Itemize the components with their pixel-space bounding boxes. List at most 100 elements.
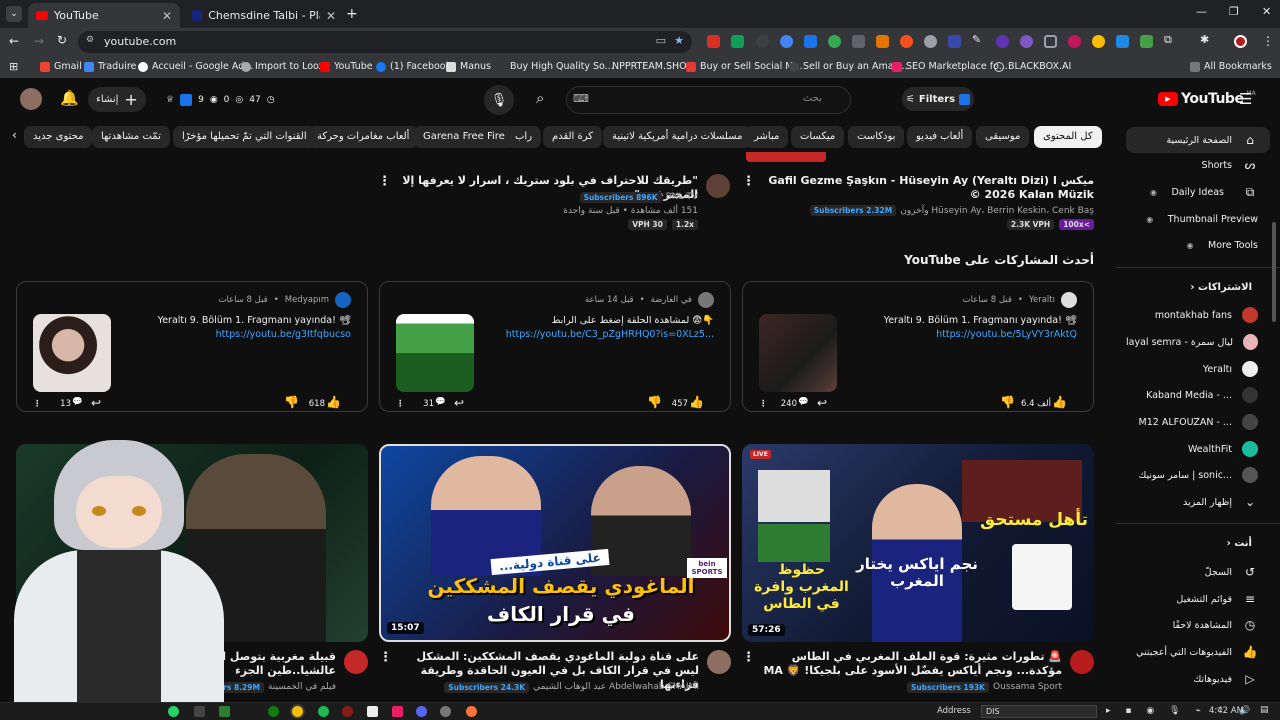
file-icon[interactable] [367,706,378,717]
chip-mixes[interactable]: ميكسات [791,126,845,148]
post-link[interactable]: https://youtu.be/5LyVY3rAktQ [837,329,1077,340]
extension-icon[interactable] [828,35,841,48]
sidebar-item-thumbnail-preview[interactable]: ◉ Thumbnail Preview [1126,206,1270,232]
new-tab-button[interactable]: + [346,6,358,22]
dislike-icon[interactable]: 👎 [1000,395,1015,409]
dislike-icon[interactable]: 👎 [284,395,299,409]
more-options-icon[interactable]: ⋮ [759,399,768,409]
bookmark-gmail[interactable]: Gmail [40,61,82,72]
extension-icon[interactable] [1020,35,1033,48]
channel-avatar[interactable] [335,292,351,308]
video-card-top-2[interactable]: "طريقك للاحتراف في بلود ستريك ، اسرار لا… [378,152,730,232]
bookmark-buy-sell-social[interactable]: Buy or Sell Social M... [686,61,803,72]
video-thumbnail[interactable]: LIVE تأهل مستحق نجم اياكس يختار المغرب ح… [742,444,1094,642]
spotify-icon[interactable] [318,706,329,717]
sidebar-item-watch-later[interactable]: المشاهدة لاحقًا ◷ [1126,612,1270,638]
search-input[interactable]: بحث ⌨ [566,86,851,114]
apps-grid-icon[interactable]: ⊞ [9,60,18,73]
post-card[interactable]: في العارضة • قبل 14 ساعة لمشاهدة الحلقة إض… [379,281,731,412]
sidebar-item-playlists[interactable]: قوائم التشغيل ≡ [1126,586,1270,612]
close-window-icon[interactable]: ✕ [1262,5,1271,18]
extension-icon[interactable] [852,35,865,48]
bookmark-youtube[interactable]: YouTube [320,61,373,72]
comment-icon[interactable]: 💬 [798,397,809,407]
dislike-icon[interactable]: 👎 [647,395,662,409]
bookmark-seo-marketplace[interactable]: SEO Marketplace fo... [892,61,1008,72]
more-options-icon[interactable]: ⋮ [742,174,755,189]
stats-widget[interactable]: ♕ 9 ◉ 0 ◎ 47 ◷ [166,90,275,110]
chip-video-games[interactable]: ألعاب فيديو [907,126,973,148]
chip-watched[interactable]: تمّت مشاهدتها [92,126,170,148]
app-icon[interactable] [392,706,403,717]
notifications-icon[interactable]: ▤ [1260,705,1269,715]
address-toolbar-input[interactable]: DIS [981,705,1097,718]
share-icon[interactable]: ↩ [454,396,464,410]
profile-avatar[interactable] [1234,35,1247,48]
more-options-icon[interactable]: ⋮ [396,399,405,409]
post-card[interactable]: Medyapım • قبل 8 ساعات Yeraltı 9. Bölüm 1.… [16,281,368,412]
bookmark-buy-high-quality[interactable]: Buy High Quality So... [496,61,614,72]
voice-search-button[interactable]: 🎙 [484,85,514,115]
close-tab-icon[interactable]: ✕ [162,9,172,23]
tab-youtube[interactable]: YouTube ✕ [28,3,180,28]
sidebar-sub-item[interactable]: montakhab fans [1126,302,1270,328]
share-icon[interactable]: ↩ [817,396,827,410]
post-card[interactable]: Yeraltı • قبل 8 ساعات Yeraltı 9. Bölüm 1. … [742,281,1094,412]
chip-recently-uploaded[interactable]: القنوات التي تمّ تحميلها مؤخرًا [173,126,316,148]
sidebar-sub-item[interactable]: WealthFit [1126,436,1270,462]
extension-icon[interactable] [1116,35,1129,48]
sidebar-item-daily-ideas[interactable]: ◉ Daily Ideas ⧉ [1126,179,1270,205]
bookmark-loox[interactable]: Import to Loox [241,61,324,72]
post-link[interactable]: https://youtu.be/C3_pZgHRHQ0?is=0XLz5... [474,329,714,340]
chips-scroll-left-icon[interactable]: ‹ [12,128,17,142]
comment-icon[interactable]: 💬 [72,397,83,407]
extension-icon[interactable] [804,35,817,48]
chip-new-content[interactable]: محتوى جديد [24,126,93,148]
chip-free-fire[interactable]: Garena Free Fire [414,126,514,148]
extension-icon[interactable] [900,35,913,48]
extension-icon[interactable] [1092,35,1105,48]
sidebar-sub-item[interactable]: layal semra - ليال سمرة [1126,329,1270,355]
sidebar-item-your-videos[interactable]: فيديوهاتك ▷ [1126,666,1270,692]
menu-kebab-icon[interactable]: ⋮ [1262,34,1274,48]
app-icon[interactable] [342,706,353,717]
chip-action-adventure[interactable]: ألعاب مغامرات وحركة [308,126,419,148]
sidebar-sub-item[interactable]: سامر سونيك | sonic... [1126,462,1270,488]
minimize-icon[interactable]: — [1196,5,1207,18]
all-bookmarks[interactable]: All Bookmarks [1190,61,1272,72]
comment-icon[interactable]: 💬 [435,397,446,407]
keyboard-icon[interactable]: ⌨ [573,92,589,105]
chip-podcast[interactable]: بودكاست [848,126,905,148]
chip-music[interactable]: موسيقى [976,126,1030,148]
site-info-icon[interactable]: ⚙ [86,35,94,45]
back-icon[interactable]: ← [9,34,19,48]
chrome-icon[interactable] [292,706,303,717]
sidebar-item-liked-videos[interactable]: الفيديوهات التي أعجبتني 👍 [1126,639,1270,665]
sidebar-sub-item[interactable]: M12 ALFOUZAN - ... [1126,409,1270,435]
xbox-icon[interactable] [268,706,279,717]
channel-avatar[interactable] [344,650,368,674]
bookmark-blackbox[interactable]: BLACKBOX.AI [994,61,1071,72]
extension-icon[interactable] [756,35,769,48]
app-icon[interactable] [440,706,451,717]
extension-icon[interactable] [948,35,961,48]
like-icon[interactable]: 👍 [326,395,341,409]
extension-icon[interactable] [707,35,720,48]
like-icon[interactable]: 👍 [1052,395,1067,409]
channel-avatar[interactable] [698,292,714,308]
reload-icon[interactable]: ↻ [57,33,67,47]
filters-button[interactable]: ⚟ Filters [902,87,974,111]
forward-icon[interactable]: → [34,34,44,48]
bookmark-google-ads[interactable]: Accueil - Google Ad... [138,61,253,72]
address-bar[interactable]: ⚙ youtube.com ▭ ★ [78,31,692,53]
sidebar-item-history[interactable]: السجلّ ↺ [1126,559,1270,585]
channel-avatar[interactable] [1070,650,1094,674]
tab-player-profile[interactable]: Chemsdine Talbi - Player profile ✕ [184,3,344,28]
close-tab-icon[interactable]: ✕ [326,9,336,23]
cast-icon[interactable]: ▭ [656,34,666,47]
channel-avatar[interactable] [707,650,731,674]
notifications-bell-icon[interactable]: 🔔 [60,89,79,107]
pen-icon[interactable]: ✎ [972,33,985,46]
channel-avatar[interactable] [1061,292,1077,308]
extension-icon[interactable] [1068,35,1081,48]
